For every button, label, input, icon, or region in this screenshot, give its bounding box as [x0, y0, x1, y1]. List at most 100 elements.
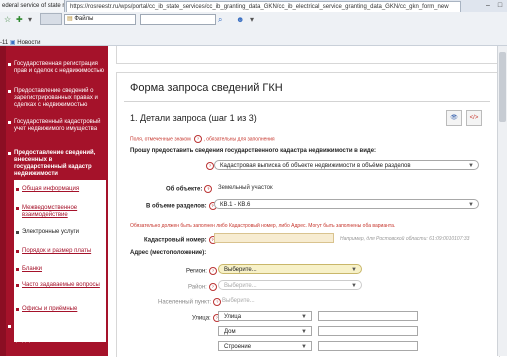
sidebar-item-label: Государственный кадастровый учет недвижи… [14, 119, 101, 132]
building-type-value: Строение [224, 344, 252, 350]
object-label-text: Об объекте: [166, 186, 203, 193]
street-type-select[interactable]: Улица ▼ [218, 311, 312, 321]
required-note-right: , обязательны для заполнения [203, 136, 275, 143]
subitem-fees[interactable]: Порядок и размер платы [16, 248, 104, 255]
street-label: Улица:? [192, 314, 221, 322]
sidebar-item-gkn-info[interactable]: Предоставление сведений, внесенных в гос… [8, 150, 106, 178]
locality-value[interactable]: Выберите... [222, 298, 255, 304]
bullet-icon [16, 268, 19, 271]
maximize-icon[interactable]: □ [495, 1, 505, 11]
bullet-icon [8, 63, 11, 66]
folder-icon: ▤ [67, 16, 73, 22]
subitem-forms[interactable]: Бланки [16, 266, 104, 273]
subitem-offices[interactable]: Офисы и приёмные [16, 306, 104, 313]
search-field-value: Файлы [74, 16, 94, 22]
browser-tab[interactable]: ederal service of state registra... (RU) [0, 0, 65, 12]
sidebar-item-rights-info[interactable]: Предоставление сведений о зарегистрирова… [8, 88, 106, 109]
object-value: Земельный участок [218, 185, 273, 191]
request-type-value: Кадастровая выписка об объекте недвижимо… [220, 163, 411, 169]
sidebar-item-label: Предоставление сведений, внесенных в гос… [14, 150, 96, 177]
street-input[interactable] [318, 311, 418, 321]
code-icon[interactable]: </> [466, 110, 482, 126]
subitem-faq[interactable]: Часто задаваемые вопросы [16, 282, 104, 289]
object-label: Об объекте:? [166, 185, 213, 193]
sidebar-item-cadastral-registration[interactable]: Государственный кадастровый учет недвижи… [8, 119, 106, 133]
bullet-icon [16, 231, 19, 234]
address-heading: Адрес (местоположение): [130, 250, 207, 256]
house-type-value: Дом [224, 329, 236, 335]
scrollbar[interactable] [497, 46, 507, 356]
bullet-icon [16, 207, 19, 210]
chevron-down-icon: ▼ [468, 163, 474, 169]
user-icon[interactable]: ☻ [236, 15, 244, 24]
subitem-label: Бланки [22, 266, 42, 272]
bullet-icon [16, 308, 19, 311]
top-panel [116, 46, 500, 64]
subitem-interagency[interactable]: Межведомственное взаимодействие [16, 205, 104, 219]
region-select[interactable]: Выберите... ▼ [218, 264, 362, 274]
chevron-down-icon: ▼ [301, 314, 307, 320]
chevron-down-icon: ▼ [301, 329, 307, 335]
chevron-down-icon[interactable]: ▾ [28, 15, 32, 24]
sidebar-item-registration[interactable]: Государственная регистрация прав и сдело… [8, 61, 106, 75]
subitem-label: Офисы и приёмные [22, 306, 78, 312]
help-icon[interactable]: ? [208, 267, 217, 275]
search-field[interactable]: ▤ Файлы [64, 14, 136, 25]
street-type-value: Улица [224, 314, 242, 320]
step-title: 1. Детали запроса (шаг 1 из 3) [130, 113, 257, 123]
sidebar-strip [0, 46, 6, 356]
cadastral-hint: Например, для Ростовской области: 61:09:… [340, 236, 470, 242]
help-icon[interactable]: ? [204, 185, 213, 193]
district-label-text: Район: [188, 284, 207, 291]
toolbar-tab-button[interactable] [40, 13, 62, 25]
subitem-label: Общая информация [22, 186, 80, 192]
building-type-select[interactable]: Строение ▼ [218, 341, 312, 351]
browser-toolbar: ☆ ✚ ▾ ▤ Файлы ⌕ ☻ ▾ -11 ▣ Новости [0, 12, 507, 46]
chevron-down-icon: ▼ [301, 344, 307, 350]
bullet-icon [8, 325, 11, 328]
sections-value: КВ.1 - КВ.6 [220, 202, 251, 208]
district-label: Район:? [188, 283, 217, 291]
chevron-down-icon[interactable]: ▾ [250, 15, 254, 24]
region-label-text: Регион: [186, 268, 207, 275]
bullet-icon [16, 188, 19, 191]
bullet-icon [8, 121, 11, 124]
request-heading: Прошу предоставить сведения государствен… [130, 148, 377, 154]
region-value: Выберите... [224, 267, 257, 273]
subitem-general-info[interactable]: Общая информация [16, 186, 104, 193]
district-value: Выберите... [224, 283, 257, 289]
building-input[interactable] [318, 341, 418, 351]
help-icon[interactable]: ? [208, 283, 217, 291]
house-type-select[interactable]: Дом ▼ [218, 326, 312, 336]
house-input[interactable] [318, 326, 418, 336]
subitem-label: Электронные услуги [22, 229, 79, 235]
request-type-select[interactable]: Кадастровая выписка об объекте недвижимо… [214, 160, 479, 170]
district-select[interactable]: Выберите... ▼ [218, 280, 362, 290]
subitem-label: Межведомственное взаимодействие [22, 205, 78, 218]
cadastral-label: Кадастровый номер:? [144, 236, 217, 244]
minimize-icon[interactable]: – [483, 1, 493, 11]
help-icon[interactable]: ? [213, 298, 222, 306]
help-icon[interactable]: ? [206, 162, 214, 170]
bullet-icon [16, 284, 19, 287]
sections-label-text: В объеме разделов: [146, 203, 207, 210]
view-icon[interactable]: 👁 [446, 110, 462, 126]
sidebar-item-label: Государственная регистрация прав и сдело… [14, 61, 105, 74]
locality-label-text: Населенный пункт: [158, 299, 212, 306]
sidebar-item-label: Предоставление сведений о зарегистрирова… [14, 88, 98, 108]
favorites-star-icon[interactable]: ☆ [4, 15, 11, 24]
sections-select[interactable]: КВ.1 - КВ.6 ▼ [214, 199, 479, 209]
search-icon[interactable]: ⌕ [218, 15, 222, 25]
help-icon: ? [194, 135, 203, 143]
cadastral-number-input[interactable] [214, 233, 334, 243]
bullet-icon [16, 250, 19, 253]
subitem-label: Порядок и размер платы [22, 248, 92, 254]
scrollbar-thumb[interactable] [499, 52, 506, 122]
sidebar-item-licensing[interactable]: Лицензирование геодезических и картограф… [8, 323, 106, 344]
subitem-e-services[interactable]: Электронные услуги [16, 229, 104, 236]
web-search-input[interactable] [140, 14, 216, 25]
region-label: Регион:? [186, 267, 217, 275]
add-favorite-icon[interactable]: ✚ [16, 15, 23, 24]
bullet-icon [8, 152, 11, 155]
street-label-text: Улица: [192, 315, 211, 322]
